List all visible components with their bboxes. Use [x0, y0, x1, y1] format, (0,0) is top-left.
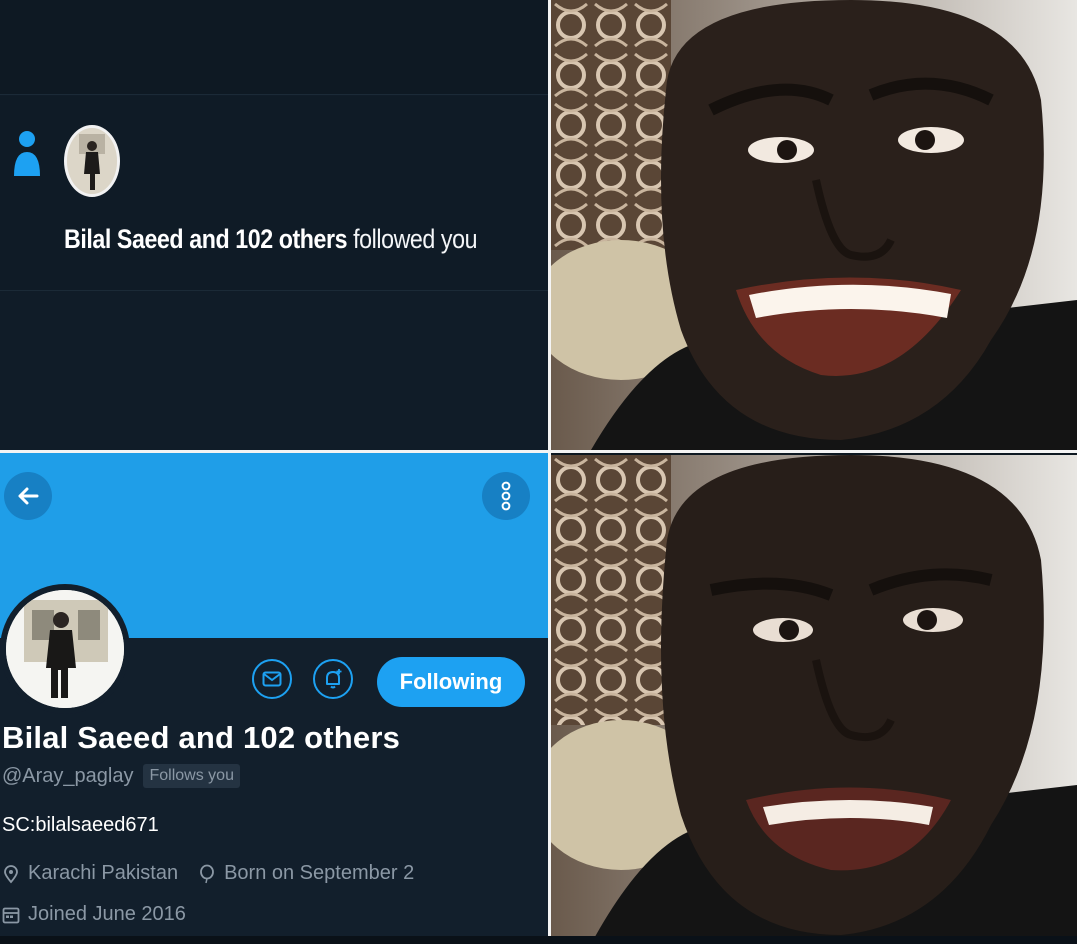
more-button[interactable]	[482, 472, 530, 520]
profile-panel: Following Bilal Saeed and 102 others @Ar…	[0, 452, 548, 944]
bell-plus-icon	[326, 669, 342, 689]
profile-handle-line: @Aray_paglay Follows you	[2, 764, 240, 788]
message-button[interactable]	[252, 659, 292, 699]
horizontal-divider	[0, 450, 1077, 453]
happy-face-illustration	[551, 0, 1077, 450]
follows-you-badge: Follows you	[143, 764, 240, 788]
follower-avatar[interactable]	[64, 125, 120, 197]
meme-image: Bilal Saeed and 102 others followed you	[0, 0, 1077, 944]
profile-joined-text: Joined June 2016	[28, 903, 186, 925]
profile-birthday: Born on September 2	[198, 862, 414, 885]
mail-icon	[262, 671, 282, 687]
person-icon	[14, 131, 40, 176]
profile-avatar-figure-icon	[6, 590, 124, 708]
more-vertical-icon	[501, 481, 511, 511]
notification-text: Bilal Saeed and 102 others followed you	[64, 222, 478, 256]
profile-meta: Karachi Pakistan Born on September 2	[2, 862, 434, 885]
notification-count[interactable]: 102 others	[235, 224, 347, 254]
profile-joined: Joined June 2016	[2, 903, 186, 926]
notification-name[interactable]: Bilal Saeed	[64, 224, 184, 254]
back-button[interactable]	[4, 472, 52, 520]
balloon-icon	[200, 864, 214, 883]
reaction-happy-photo	[551, 0, 1077, 450]
notification-panel: Bilal Saeed and 102 others followed you	[0, 0, 548, 450]
bottom-edge	[0, 936, 1077, 944]
calendar-icon	[2, 907, 20, 923]
profile-bio: SC:bilalsaeed671	[2, 814, 159, 836]
reaction-disappointed-photo	[551, 455, 1077, 944]
arrow-left-icon	[18, 487, 39, 505]
notify-button[interactable]	[313, 659, 353, 699]
follower-avatar-figure-icon	[67, 128, 117, 194]
profile-display-name: Bilal Saeed and 102 others	[2, 720, 401, 755]
vertical-divider	[548, 0, 551, 944]
profile-location: Karachi Pakistan	[2, 862, 178, 885]
following-button[interactable]: Following	[377, 657, 525, 707]
location-pin-icon	[4, 864, 18, 883]
profile-avatar[interactable]	[0, 584, 130, 714]
notification-action: followed you	[353, 224, 478, 254]
disappointed-face-illustration	[551, 455, 1077, 944]
notification-connector: and	[189, 224, 230, 254]
profile-handle: @Aray_paglay	[2, 764, 134, 787]
notification-top-divider	[0, 0, 548, 95]
profile-birthday-text: Born on September 2	[224, 862, 415, 884]
profile-location-text: Karachi Pakistan	[28, 862, 179, 884]
